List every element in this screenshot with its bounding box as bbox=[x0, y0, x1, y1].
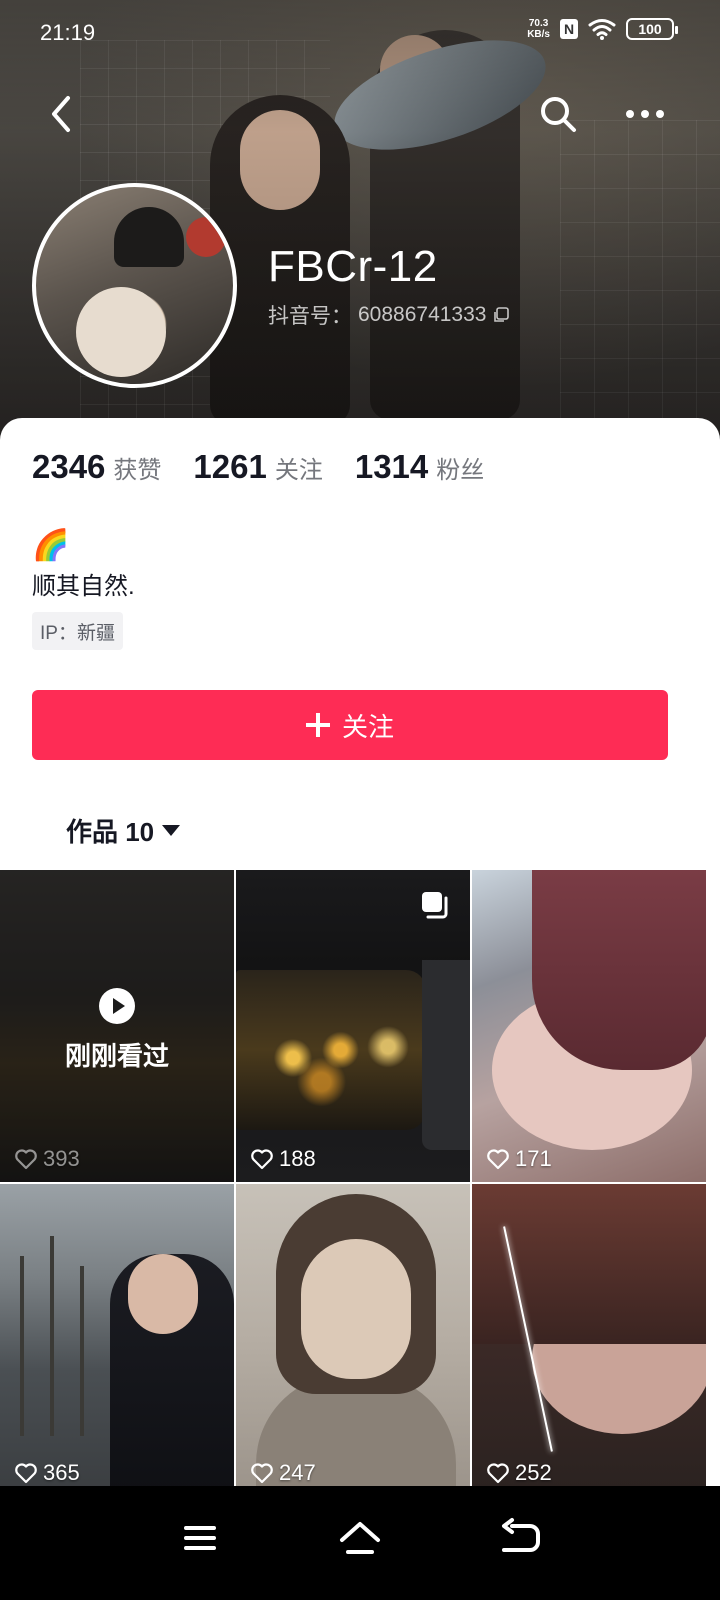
heart-outline-icon bbox=[251, 1463, 273, 1484]
like-count-value: 247 bbox=[279, 1460, 316, 1485]
douyin-id: 抖音号： 60886741333 bbox=[268, 300, 510, 330]
stat-label: 获赞 bbox=[113, 457, 162, 484]
stat-followers[interactable]: 1314 粉丝 bbox=[355, 448, 484, 486]
like-count: 247 bbox=[250, 1460, 316, 1486]
bio-text: 顺其自然. bbox=[32, 573, 135, 600]
status-indicators: 70.3 KB/s N 100 bbox=[527, 18, 678, 40]
heart-outline-icon bbox=[15, 1463, 37, 1484]
like-count: 188 bbox=[250, 1146, 316, 1172]
douyin-id-label: 抖音号： bbox=[268, 305, 352, 328]
douyin-id-value: 60886741333 bbox=[358, 303, 487, 326]
status-time: 21:19 bbox=[40, 20, 96, 45]
like-count-value: 188 bbox=[279, 1146, 316, 1171]
status-bar: 21:19 70.3 KB/s N 100 bbox=[0, 0, 720, 62]
follow-button-label: 关注 bbox=[341, 711, 394, 742]
stat-likes[interactable]: 2346 获赞 bbox=[32, 448, 161, 486]
video-thumbnail[interactable]: 刚刚看过 393 bbox=[0, 870, 234, 1182]
nfc-icon: N bbox=[560, 19, 578, 39]
like-count: 252 bbox=[486, 1460, 552, 1486]
stat-value: 1261 bbox=[193, 448, 267, 485]
heart-outline-icon bbox=[487, 1149, 509, 1170]
multi-image-icon bbox=[422, 892, 448, 919]
video-thumbnail[interactable]: 247 bbox=[236, 1184, 470, 1496]
video-thumbnail[interactable]: 252 bbox=[472, 1184, 706, 1496]
stat-value: 1314 bbox=[354, 448, 429, 485]
video-thumbnail[interactable]: 365 bbox=[0, 1184, 234, 1496]
follow-button[interactable]: 关注 bbox=[32, 690, 668, 760]
recently-watched-overlay: 刚刚看过 bbox=[0, 988, 234, 1073]
profile-stats: 2346 获赞 1261 关注 1314 粉丝 bbox=[32, 448, 516, 486]
network-speed: 70.3 KB/s bbox=[527, 18, 550, 40]
battery-icon: 100 bbox=[626, 18, 678, 40]
like-count-value: 252 bbox=[515, 1460, 552, 1485]
plus-icon bbox=[305, 713, 330, 737]
more-icon[interactable] bbox=[620, 92, 670, 136]
rainbow-emoji: 🌈 bbox=[32, 529, 70, 562]
menu-icon[interactable] bbox=[170, 1508, 230, 1568]
heart-outline-icon bbox=[487, 1463, 509, 1484]
search-icon[interactable] bbox=[536, 92, 580, 136]
heart-outline-icon bbox=[251, 1149, 273, 1170]
network-speed-value: 70.3 bbox=[528, 18, 549, 29]
stat-label: 粉丝 bbox=[436, 457, 485, 484]
stat-following[interactable]: 1261 关注 bbox=[193, 448, 322, 486]
like-count: 171 bbox=[486, 1146, 552, 1172]
play-icon bbox=[99, 988, 135, 1024]
username: FBCr-12 bbox=[268, 242, 438, 291]
heart-outline-icon bbox=[15, 1149, 37, 1170]
home-icon[interactable] bbox=[330, 1508, 390, 1568]
video-thumbnail[interactable]: 171 bbox=[472, 870, 706, 1182]
like-count-value: 393 bbox=[43, 1146, 80, 1171]
system-nav-bar bbox=[0, 1486, 720, 1600]
copy-icon[interactable] bbox=[492, 306, 510, 324]
back-arrow-icon[interactable] bbox=[490, 1508, 550, 1568]
ip-location-tag: IP：新疆 bbox=[32, 612, 123, 650]
video-thumbnail[interactable]: 188 bbox=[236, 870, 470, 1182]
chevron-left-icon[interactable] bbox=[40, 92, 84, 136]
recently-watched-label: 刚刚看过 bbox=[64, 1041, 169, 1071]
like-count: 393 bbox=[14, 1146, 80, 1172]
works-tab-label: 作品 10 bbox=[66, 817, 155, 847]
avatar[interactable] bbox=[32, 183, 237, 388]
tab-works[interactable]: 作品 10 bbox=[66, 812, 181, 849]
stat-label: 关注 bbox=[274, 457, 323, 484]
like-count: 365 bbox=[14, 1460, 80, 1486]
wifi-icon bbox=[588, 19, 616, 40]
like-count-value: 171 bbox=[515, 1146, 552, 1171]
like-count-value: 365 bbox=[43, 1460, 80, 1485]
network-speed-unit: KB/s bbox=[527, 29, 550, 40]
stat-value: 2346 bbox=[32, 448, 106, 485]
dropdown-triangle-icon bbox=[162, 825, 181, 836]
